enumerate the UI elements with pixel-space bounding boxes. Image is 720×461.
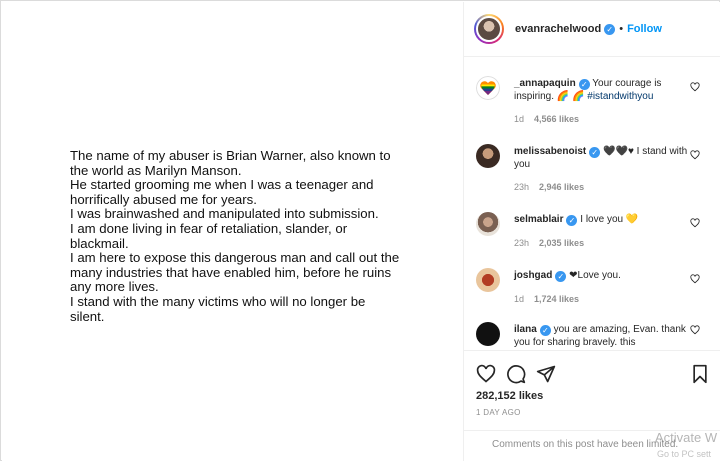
commenter-username[interactable]: _annapaquin — [514, 78, 576, 89]
comment-text: ilana ✓ you are amazing, Evan. thank you … — [514, 323, 688, 349]
verified-badge-icon: ✓ — [589, 147, 601, 158]
comment-time[interactable]: 23h — [514, 238, 529, 248]
comment-item: _annapaquin ✓ Your courage is inspiring. … — [464, 70, 720, 138]
comment-like-heart-icon[interactable] — [690, 150, 700, 160]
post-likes-count[interactable]: 282,152 likes — [476, 390, 543, 402]
comment-likes[interactable]: 2,035 likes — [539, 238, 584, 248]
comment-like-heart-icon[interactable] — [690, 274, 700, 284]
commenter-avatar[interactable] — [476, 76, 500, 100]
comment-bubble-icon[interactable] — [506, 364, 526, 384]
bookmark-icon[interactable] — [690, 364, 710, 384]
comment-likes[interactable]: 1,724 likes — [534, 294, 579, 304]
comment-meta: 1d 4,566 likes — [514, 114, 579, 124]
post-text-line: I was brainwashed and manipulated into s… — [70, 206, 379, 222]
comment-text: selmablair ✓ I love you 💛 — [514, 213, 688, 226]
comment-likes[interactable]: 4,566 likes — [534, 114, 579, 124]
commenter-username[interactable]: selmablair — [514, 214, 563, 225]
post-sidebar: evanrachelwood ✓ • Follow _annapaquin ✓ … — [464, 2, 720, 461]
comment-text: _annapaquin ✓ Your courage is inspiring. … — [514, 77, 688, 103]
comment-meta: 23h 2,035 likes — [514, 238, 584, 248]
comment-list[interactable]: _annapaquin ✓ Your courage is inspiring. … — [464, 58, 720, 349]
verified-badge-icon: ✓ — [578, 79, 590, 90]
heart-outline-icon[interactable] — [476, 364, 496, 384]
comment-hashtag[interactable]: #istandwithyou — [587, 91, 653, 102]
verified-badge-icon: ✓ — [566, 215, 578, 226]
post-text-line: I stand with the many victims who will n… — [70, 293, 366, 324]
comment-meta: 1d 1,724 likes — [514, 294, 579, 304]
avatar[interactable] — [476, 16, 502, 42]
comment-text: melissabenoist ✓ 🖤🖤♥ I stand with you — [514, 145, 688, 171]
comment-body: ❤Love you. — [569, 270, 621, 281]
os-activation-watermark: Activate W — [655, 430, 718, 445]
post-modal: The name of my abuser is Brian Warner, a… — [0, 0, 720, 461]
commenter-username[interactable]: ilana — [514, 324, 537, 335]
comment-item: ilana ✓ you are amazing, Evan. thank you … — [464, 316, 720, 349]
follow-button[interactable]: Follow — [627, 23, 662, 35]
comment-likes[interactable]: 2,946 likes — [539, 182, 584, 192]
comment-like-heart-icon[interactable] — [690, 82, 700, 92]
comment-like-heart-icon[interactable] — [690, 325, 700, 335]
commenter-username[interactable]: melissabenoist — [514, 146, 586, 157]
commenter-username[interactable]: joshgad — [514, 270, 552, 281]
post-text-line: I am done living in fear of retaliation,… — [70, 220, 348, 251]
comment-meta: 23h 2,946 likes — [514, 182, 584, 192]
verified-badge-icon: ✓ — [555, 271, 567, 282]
post-text-line: I am here to expose this dangerous man a… — [70, 250, 400, 295]
post-image-text: The name of my abuser is Brian Warner, a… — [70, 148, 400, 324]
os-activation-watermark-sub: Go to PC sett — [657, 449, 712, 459]
comment-body: I love you 💛 — [580, 214, 639, 225]
commenter-avatar[interactable] — [476, 212, 500, 236]
commenter-avatar[interactable] — [476, 144, 500, 168]
commenter-avatar[interactable] — [476, 322, 500, 346]
post-text-line: He started grooming me when I was a teen… — [70, 177, 374, 207]
comment-text: joshgad ✓ ❤Love you. — [514, 269, 688, 282]
comment-item: melissabenoist ✓ 🖤🖤♥ I stand with you 23h… — [464, 138, 720, 206]
post-image: The name of my abuser is Brian Warner, a… — [2, 2, 464, 461]
post-text-line: The name of my abuser is Brian Warner, a… — [70, 148, 391, 178]
post-header: evanrachelwood ✓ • Follow — [464, 2, 720, 57]
verified-badge-icon: ✓ — [604, 23, 616, 35]
author-username[interactable]: evanrachelwood — [515, 23, 601, 35]
comment-time[interactable]: 1d — [514, 114, 524, 124]
paper-plane-icon[interactable] — [536, 364, 556, 384]
comment-like-heart-icon[interactable] — [690, 218, 700, 228]
verified-badge-icon: ✓ — [539, 325, 551, 336]
story-ring[interactable] — [474, 14, 504, 44]
comment-time[interactable]: 1d — [514, 294, 524, 304]
commenter-avatar[interactable] — [476, 268, 500, 292]
comment-time[interactable]: 23h — [514, 182, 529, 192]
post-timestamp[interactable]: 1 DAY AGO — [476, 408, 521, 417]
rainbow-heart-icon — [476, 76, 500, 100]
separator-dot: • — [619, 23, 624, 35]
